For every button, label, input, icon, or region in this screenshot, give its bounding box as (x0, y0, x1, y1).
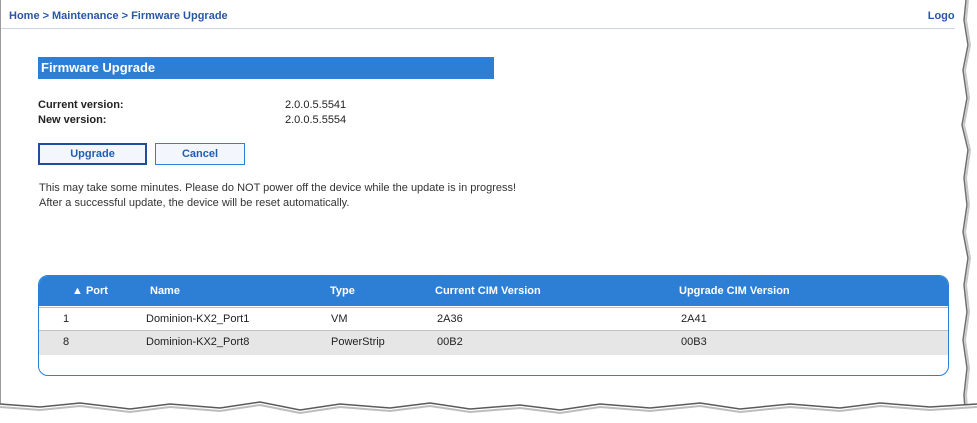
section-title: Firmware Upgrade (38, 57, 494, 79)
cell-name: Dominion-KX2_Port1 (146, 313, 250, 325)
torn-edge-bottom (0, 401, 977, 423)
torn-edge-right (955, 0, 972, 423)
new-version-label: New version: (38, 114, 107, 126)
cell-type: PowerStrip (331, 336, 385, 348)
breadcrumb-home-link[interactable]: Home (9, 10, 40, 22)
cim-upgrade-table: ▲ Port Name Type Current CIM Version Upg… (38, 275, 949, 376)
column-header-type[interactable]: Type (330, 285, 355, 297)
cancel-button[interactable]: Cancel (155, 143, 245, 165)
cell-port: 1 (63, 313, 70, 325)
cell-upgrade-cim-version: 00B3 (681, 336, 707, 348)
top-navigation-bar: Home > Maintenance > Firmware Upgrade Logout (1, 4, 967, 29)
upgrade-warning-text: This may take some minutes. Please do NO… (39, 182, 517, 209)
column-header-current-cim-version[interactable]: Current CIM Version (435, 285, 541, 297)
breadcrumb-separator: > (121, 10, 129, 22)
breadcrumb-current-page: Firmware Upgrade (131, 10, 228, 22)
cell-port: 8 (63, 336, 70, 348)
current-version-value: 2.0.0.5.5541 (285, 99, 347, 111)
new-version-value: 2.0.0.5.5554 (285, 114, 347, 126)
cell-type: VM (331, 313, 348, 325)
upgrade-button[interactable]: Upgrade (38, 143, 147, 165)
firmware-upgrade-page: Home > Maintenance > Firmware Upgrade Logout… (0, 0, 967, 406)
table-header: ▲ Port Name Type Current CIM Version Upg… (39, 276, 948, 306)
column-header-upgrade-cim-version[interactable]: Upgrade CIM Version (679, 285, 790, 297)
table-row: 8 Dominion-KX2_Port8 PowerStrip 00B2 00B… (39, 330, 948, 355)
column-header-port[interactable]: ▲ Port (72, 285, 108, 297)
cell-upgrade-cim-version: 2A41 (681, 313, 707, 325)
breadcrumb-maintenance-link[interactable]: Maintenance (52, 10, 119, 22)
table-row: 1 Dominion-KX2_Port1 VM 2A36 2A41 (39, 307, 948, 330)
cell-current-cim-version: 00B2 (437, 336, 463, 348)
cell-name: Dominion-KX2_Port8 (146, 336, 250, 348)
breadcrumb: Home > Maintenance > Firmware Upgrade (9, 10, 228, 22)
current-version-label: Current version: (38, 99, 124, 111)
column-header-name[interactable]: Name (150, 285, 180, 297)
breadcrumb-separator: > (42, 10, 49, 22)
cell-current-cim-version: 2A36 (437, 313, 463, 325)
